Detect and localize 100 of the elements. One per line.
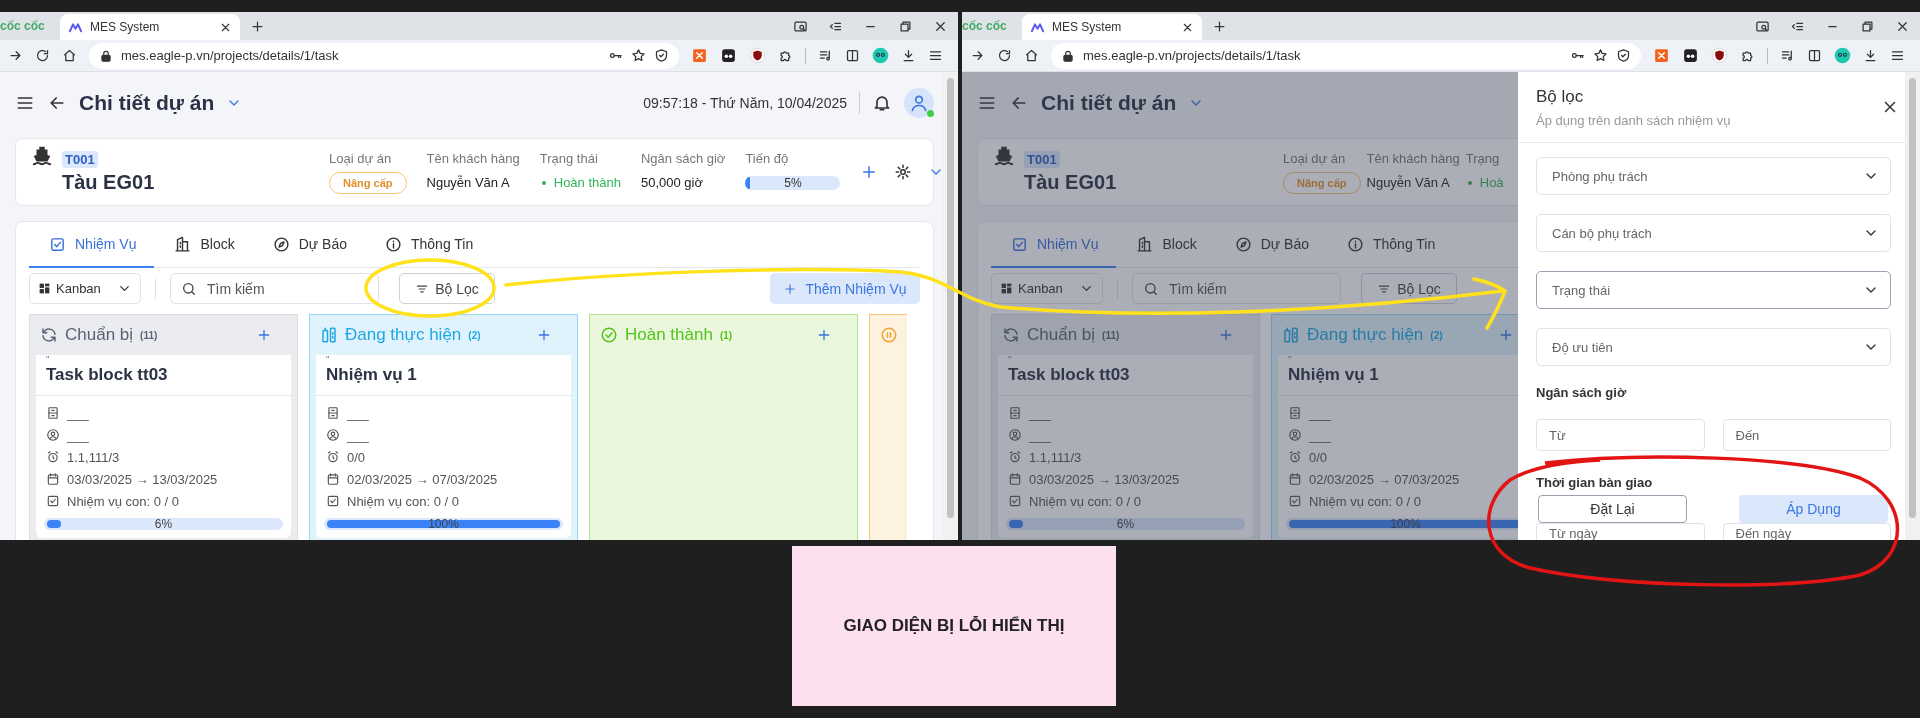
media-icon[interactable] bbox=[818, 48, 833, 63]
task-detail: 02/03/2025 → 07/03/2025 bbox=[347, 471, 498, 487]
task-card[interactable]: ″ Task block tt03 ___ ___ 1.1,111/3 03/03/2025 → 13/03/2025 Nhiệm vụ con: 0 / 0 6% bbox=[36, 355, 291, 538]
puzzle-icon[interactable] bbox=[778, 48, 793, 63]
extension-icon[interactable] bbox=[720, 47, 737, 64]
settings-icon[interactable] bbox=[894, 163, 913, 181]
download-icon[interactable] bbox=[901, 48, 916, 63]
task-detail: 1.1,111/3 bbox=[1029, 449, 1082, 465]
task-detail: 03/03/2025 → 13/03/2025 bbox=[67, 471, 218, 487]
view-dropdown[interactable]: Kanban bbox=[991, 273, 1103, 304]
caption-label: GIAO DIỆN BỊ LỖI HIỂN THỊ bbox=[792, 546, 1116, 706]
project-name: Tàu EG01 bbox=[1024, 170, 1117, 194]
tab-search-icon[interactable] bbox=[1755, 18, 1770, 34]
extension-icon[interactable] bbox=[1682, 47, 1699, 64]
address-bar[interactable]: mes.eagle-p.vn/projects/details/1/task bbox=[1051, 42, 1641, 69]
restore-icon[interactable] bbox=[1860, 18, 1875, 34]
tab-search-icon[interactable] bbox=[793, 18, 808, 34]
tab[interactable]: Dự Báo bbox=[1214, 222, 1327, 268]
menu-icon[interactable] bbox=[1890, 48, 1905, 63]
field-label: Tên khách hàng bbox=[426, 150, 520, 166]
sidebar-icon[interactable] bbox=[845, 48, 860, 63]
home-icon[interactable] bbox=[1024, 48, 1039, 63]
menu-icon[interactable] bbox=[928, 48, 943, 63]
filter-button[interactable]: Bộ Lọc bbox=[399, 273, 495, 304]
column-count: (11) bbox=[140, 329, 158, 341]
search-icon bbox=[1143, 281, 1159, 297]
person-icon bbox=[46, 428, 60, 442]
profile-icon[interactable] bbox=[1834, 47, 1851, 64]
add-icon[interactable] bbox=[816, 327, 832, 343]
add-icon[interactable] bbox=[536, 327, 552, 343]
media-icon[interactable] bbox=[1780, 48, 1795, 63]
scrollbar[interactable] bbox=[943, 72, 958, 540]
field-label: Ngân sách giờ bbox=[641, 150, 726, 166]
reload-icon[interactable] bbox=[35, 48, 50, 63]
tab[interactable]: Thông Tin bbox=[365, 222, 492, 268]
browser-tab[interactable]: MES System bbox=[60, 14, 240, 40]
task-detail: Nhiệm vụ con: 0 / 0 bbox=[347, 493, 459, 509]
reload-icon[interactable] bbox=[997, 48, 1012, 63]
cabinet-icon bbox=[1288, 406, 1302, 420]
field-label: Ngân sách giờ bbox=[1536, 385, 1628, 400]
filter-button[interactable]: Bộ Lọc bbox=[1361, 273, 1457, 304]
address-bar[interactable]: mes.eagle-p.vn/projects/details/1/task bbox=[89, 42, 679, 69]
new-tab-icon[interactable] bbox=[1212, 18, 1227, 34]
search-field[interactable]: Tìm kiếm bbox=[1132, 273, 1341, 304]
field-value: 50,000 giờ bbox=[641, 175, 703, 190]
forward-icon[interactable] bbox=[8, 48, 23, 63]
extension-icon[interactable] bbox=[1711, 47, 1728, 64]
download-icon[interactable] bbox=[1863, 48, 1878, 63]
profile-icon[interactable] bbox=[872, 47, 889, 64]
field-label: Thời gian bàn giao bbox=[1536, 475, 1654, 490]
calendar-icon bbox=[1008, 472, 1022, 486]
scrollbar[interactable] bbox=[1905, 72, 1920, 540]
project-code: T001 bbox=[1024, 150, 1060, 168]
tab[interactable]: Block bbox=[1116, 222, 1215, 268]
avatar-icon[interactable] bbox=[904, 88, 934, 118]
progress-text: 6% bbox=[1115, 518, 1136, 530]
ship-icon bbox=[31, 144, 53, 167]
column-count: (1) bbox=[719, 329, 733, 341]
browser-tab[interactable]: MES System bbox=[1022, 14, 1202, 40]
page-title: Chi tiết dự án bbox=[1041, 91, 1177, 115]
pause-icon bbox=[880, 326, 898, 344]
building-icon bbox=[174, 235, 192, 253]
star-icon[interactable] bbox=[1593, 48, 1608, 63]
extension-icon[interactable] bbox=[749, 47, 766, 64]
input-field[interactable]: Đến bbox=[1722, 419, 1891, 451]
tab[interactable]: Nhiệm Vụ bbox=[29, 222, 155, 268]
check-square-icon bbox=[49, 235, 66, 253]
bell-icon[interactable] bbox=[872, 93, 892, 113]
input-field[interactable]: Đến ngày bbox=[1722, 523, 1891, 540]
apply-button[interactable]: Áp Dụng bbox=[1739, 495, 1888, 523]
restore-icon[interactable] bbox=[898, 18, 913, 34]
task-card[interactable]: ″ Nhiệm vụ 1 ___ ___ 0/0 02/03/2025 → 07/03/2025 Nhiệm vụ con: 0 / 0 100% bbox=[316, 355, 571, 538]
compass-icon bbox=[1234, 235, 1252, 253]
task-card[interactable]: ″ Task block tt03 ___ ___ 1.1,111/3 03/03/2025 → 13/03/2025 Nhiệm vụ con: 0 / 0 6% bbox=[998, 355, 1253, 538]
tab[interactable]: Dự Báo bbox=[252, 222, 365, 268]
sidebar-icon[interactable] bbox=[1807, 48, 1822, 63]
shield-icon[interactable] bbox=[654, 48, 669, 63]
star-icon[interactable] bbox=[631, 48, 646, 63]
search-field[interactable]: Tìm kiếm bbox=[170, 273, 379, 304]
view-dropdown[interactable]: Kanban bbox=[29, 273, 141, 304]
add-icon[interactable] bbox=[256, 327, 272, 343]
puzzle-icon[interactable] bbox=[1740, 48, 1755, 63]
forward-icon[interactable] bbox=[970, 48, 985, 63]
input-field[interactable]: Từ ngày bbox=[1536, 523, 1705, 540]
task-title: Nhiệm vụ 1 bbox=[1287, 364, 1380, 386]
task-card[interactable]: ″ Nhiệm vụ 1 ___ ___ 0/0 02/03/2025 → 07/03/2025 Nhiệm vụ con: 0 / 0 100% bbox=[1278, 355, 1518, 538]
select-field[interactable]: Trạng thái bbox=[1536, 271, 1891, 309]
home-icon[interactable] bbox=[62, 48, 77, 63]
status-value: Hoàn thành bbox=[553, 175, 621, 190]
checkbox-icon bbox=[46, 494, 60, 508]
person-icon bbox=[1288, 428, 1302, 442]
input-field[interactable]: Từ bbox=[1536, 419, 1705, 451]
shield-icon[interactable] bbox=[1616, 48, 1631, 63]
reset-button[interactable]: Đặt Lại bbox=[1538, 495, 1687, 523]
calendar-icon bbox=[46, 472, 60, 486]
tab[interactable]: Thông Tin bbox=[1327, 222, 1454, 268]
new-tab-icon[interactable] bbox=[250, 18, 265, 34]
field-label: Trạng thái bbox=[539, 150, 599, 166]
tab[interactable]: Block bbox=[154, 222, 253, 268]
add-task-button[interactable]: Thêm Nhiệm Vụ bbox=[770, 273, 920, 304]
